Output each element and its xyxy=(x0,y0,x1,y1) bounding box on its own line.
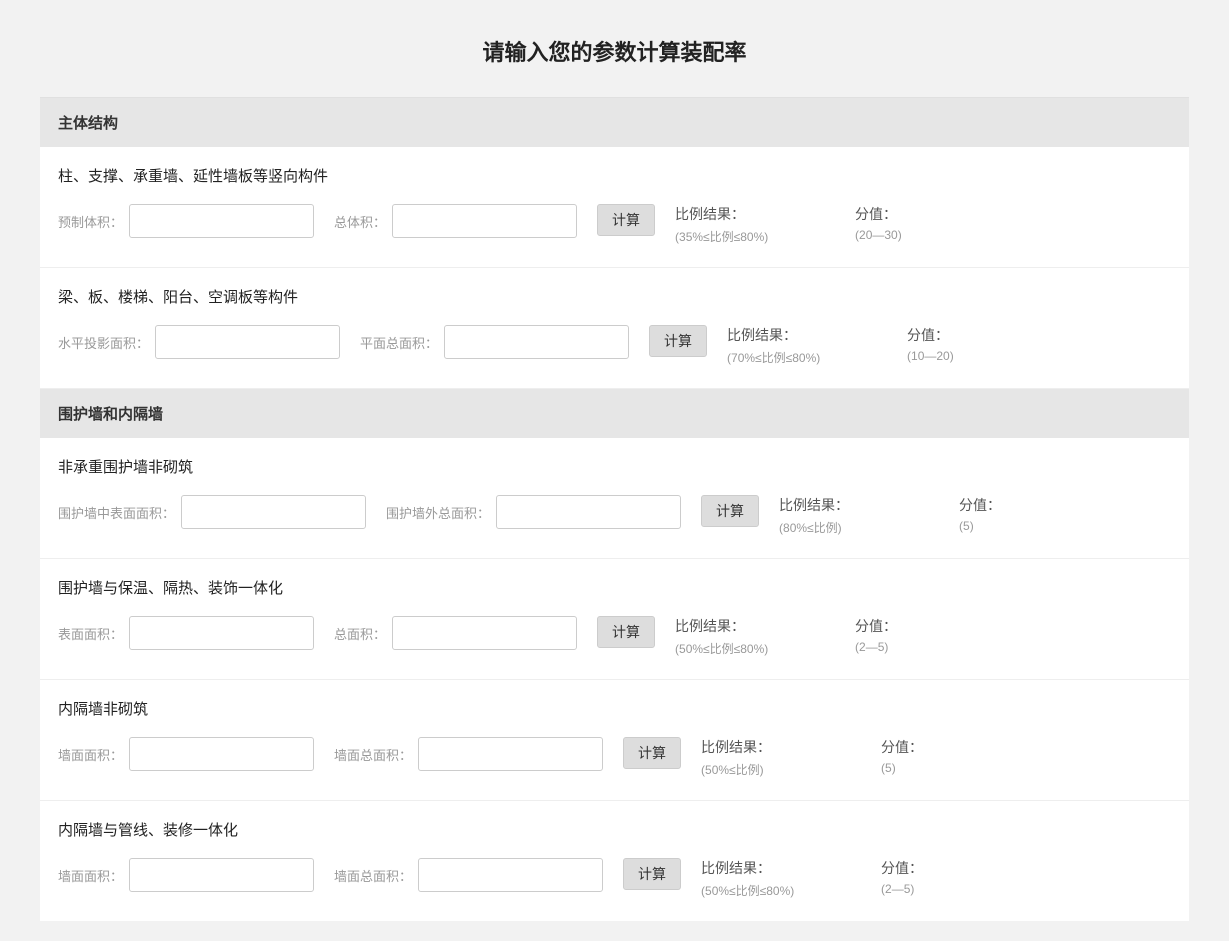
input-surface-area[interactable] xyxy=(129,616,314,650)
score-label: 分值： xyxy=(881,737,1001,757)
calc-button[interactable]: 计算 xyxy=(623,858,681,890)
block-horizontal-components: 梁、板、楼梯、阳台、空调板等构件 水平投影面积： 平面总面积： 计算 比例结果：… xyxy=(40,268,1189,389)
score-result: 分值： (20—30) xyxy=(855,204,975,245)
score-result: 分值： (5) xyxy=(959,495,1079,536)
ratio-result-label: 比例结果： xyxy=(675,204,835,224)
ratio-result-label: 比例结果： xyxy=(675,616,835,636)
ratio-result: 比例结果： (50%≤比例≤80%) xyxy=(675,616,835,657)
section-header-walls: 围护墙和内隔墙 xyxy=(40,389,1189,438)
score-label: 分值： xyxy=(881,858,1001,878)
field-label-horizontal-projection-area: 水平投影面积： xyxy=(58,333,149,352)
ratio-range: (50%≤比例≤80%) xyxy=(701,882,861,899)
field-label-surface-area: 表面面积： xyxy=(58,624,123,643)
score-label: 分值： xyxy=(855,204,975,224)
calc-button[interactable]: 计算 xyxy=(597,204,655,236)
input-prefab-volume[interactable] xyxy=(129,204,314,238)
input-total-volume[interactable] xyxy=(392,204,577,238)
ratio-range: (80%≤比例) xyxy=(779,519,939,536)
score-result: 分值： (5) xyxy=(881,737,1001,778)
score-range: (20—30) xyxy=(855,228,975,242)
ratio-result: 比例结果： (70%≤比例≤80%) xyxy=(727,325,887,366)
field-label-prefab-volume: 预制体积： xyxy=(58,212,123,231)
calc-button[interactable]: 计算 xyxy=(623,737,681,769)
field-label-total-plan-area: 平面总面积： xyxy=(360,333,438,352)
field-label-enclosure-inner-area: 围护墙中表面面积： xyxy=(58,503,175,522)
field-label-enclosure-outer-area: 围护墙外总面积： xyxy=(386,503,490,522)
input-wall-total-area[interactable] xyxy=(418,737,603,771)
block-enclosure-integrated: 围护墙与保温、隔热、装饰一体化 表面面积： 总面积： 计算 比例结果： (50%… xyxy=(40,559,1189,680)
calc-button[interactable]: 计算 xyxy=(649,325,707,357)
block-title: 内隔墙与管线、装修一体化 xyxy=(58,819,1171,840)
field-label-total-area: 总面积： xyxy=(334,624,386,643)
block-non-bearing-wall: 非承重围护墙非砌筑 围护墙中表面面积： 围护墙外总面积： 计算 比例结果： (8… xyxy=(40,438,1189,559)
input-enclosure-inner-area[interactable] xyxy=(181,495,366,529)
ratio-result-label: 比例结果： xyxy=(779,495,939,515)
score-range: (5) xyxy=(881,761,1001,775)
input-total-area[interactable] xyxy=(392,616,577,650)
input-horizontal-projection-area[interactable] xyxy=(155,325,340,359)
ratio-range: (70%≤比例≤80%) xyxy=(727,349,887,366)
page-title: 请输入您的参数计算装配率 xyxy=(40,0,1189,97)
ratio-result: 比例结果： (50%≤比例≤80%) xyxy=(701,858,861,899)
ratio-result: 比例结果： (35%≤比例≤80%) xyxy=(675,204,835,245)
block-vertical-components: 柱、支撑、承重墙、延性墙板等竖向构件 预制体积： 总体积： 计算 比例结果： (… xyxy=(40,147,1189,268)
score-result: 分值： (2—5) xyxy=(881,858,1001,899)
ratio-range: (35%≤比例≤80%) xyxy=(675,228,835,245)
block-partition-non-masonry: 内隔墙非砌筑 墙面面积： 墙面总面积： 计算 比例结果： (50%≤比例) xyxy=(40,680,1189,801)
ratio-range: (50%≤比例≤80%) xyxy=(675,640,835,657)
ratio-range: (50%≤比例) xyxy=(701,761,861,778)
block-partition-integrated: 内隔墙与管线、装修一体化 墙面面积： 墙面总面积： 计算 比例结果： (50%≤… xyxy=(40,801,1189,921)
calc-button[interactable]: 计算 xyxy=(597,616,655,648)
field-label-total-volume: 总体积： xyxy=(334,212,386,231)
ratio-result: 比例结果： (80%≤比例) xyxy=(779,495,939,536)
input-enclosure-outer-area[interactable] xyxy=(496,495,681,529)
score-label: 分值： xyxy=(959,495,1079,515)
ratio-result-label: 比例结果： xyxy=(727,325,887,345)
block-title: 内隔墙非砌筑 xyxy=(58,698,1171,719)
block-title: 柱、支撑、承重墙、延性墙板等竖向构件 xyxy=(58,165,1171,186)
field-label-wall-total-area: 墙面总面积： xyxy=(334,745,412,764)
input-wall-area[interactable] xyxy=(129,737,314,771)
score-label: 分值： xyxy=(907,325,1027,345)
field-label-wall-area: 墙面面积： xyxy=(58,745,123,764)
form-panel: 主体结构 柱、支撑、承重墙、延性墙板等竖向构件 预制体积： 总体积： 计算 比例… xyxy=(40,97,1189,921)
section-header-main-structure: 主体结构 xyxy=(40,98,1189,147)
score-range: (2—5) xyxy=(881,882,1001,896)
score-result: 分值： (10—20) xyxy=(907,325,1027,366)
input-wall-total-area[interactable] xyxy=(418,858,603,892)
input-total-plan-area[interactable] xyxy=(444,325,629,359)
ratio-result: 比例结果： (50%≤比例) xyxy=(701,737,861,778)
field-label-wall-area: 墙面面积： xyxy=(58,866,123,885)
block-title: 梁、板、楼梯、阳台、空调板等构件 xyxy=(58,286,1171,307)
block-title: 非承重围护墙非砌筑 xyxy=(58,456,1171,477)
calc-button[interactable]: 计算 xyxy=(701,495,759,527)
score-label: 分值： xyxy=(855,616,975,636)
input-wall-area[interactable] xyxy=(129,858,314,892)
score-range: (5) xyxy=(959,519,1079,533)
block-title: 围护墙与保温、隔热、装饰一体化 xyxy=(58,577,1171,598)
ratio-result-label: 比例结果： xyxy=(701,858,861,878)
score-range: (2—5) xyxy=(855,640,975,654)
score-result: 分值： (2—5) xyxy=(855,616,975,657)
ratio-result-label: 比例结果： xyxy=(701,737,861,757)
score-range: (10—20) xyxy=(907,349,1027,363)
field-label-wall-total-area: 墙面总面积： xyxy=(334,866,412,885)
